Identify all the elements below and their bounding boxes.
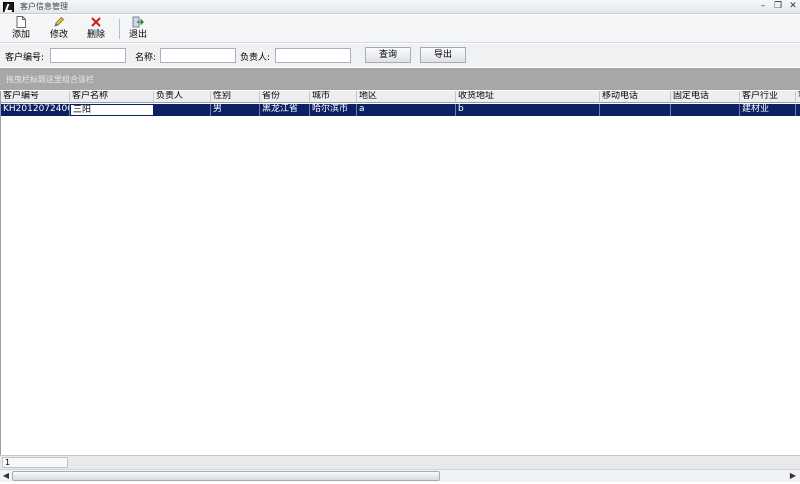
toolbar-separator [119, 19, 120, 39]
toolbar: 添加 修改 删除 退出 [0, 15, 800, 43]
column-header-district[interactable]: 地区 [357, 91, 456, 103]
search-bar: 客户编号: 名称: 负责人: 查询 导出 [0, 44, 800, 67]
column-header-gender[interactable]: 性别 [211, 91, 260, 103]
cell-city[interactable]: 哈尔滨市 [310, 104, 357, 116]
cell-landline-phone[interactable] [671, 104, 740, 116]
export-button[interactable]: 导出 [420, 47, 466, 63]
delete-button[interactable]: 删除 [79, 16, 113, 42]
column-header-industry[interactable]: 客户行业 [740, 91, 796, 103]
delete-label: 删除 [86, 30, 105, 40]
new-document-icon [16, 16, 26, 28]
table-row[interactable]: KH20120724001 三阳 男 黑龙江省 哈尔滨市 a b 建材业 [1, 104, 800, 116]
customer-code-input[interactable] [50, 48, 126, 63]
pencil-icon [54, 16, 65, 27]
customer-name-label: 名称: [135, 53, 157, 63]
add-button[interactable]: 添加 [4, 16, 38, 42]
edit-label: 修改 [49, 30, 68, 40]
query-button[interactable]: 查询 [365, 47, 411, 63]
title-bar: 客户信息管理 – ❐ ✕ [0, 0, 800, 14]
column-header-delivery-address[interactable]: 收货地址 [456, 91, 600, 103]
cell-district[interactable]: a [357, 104, 456, 116]
customer-code-label: 客户编号: [5, 53, 45, 63]
exit-button[interactable]: 退出 [121, 16, 155, 42]
scroll-left-icon[interactable]: ◀ [0, 470, 12, 482]
cell-gender[interactable]: 男 [211, 104, 260, 116]
exit-label: 退出 [128, 30, 147, 40]
cell-delivery-address[interactable]: b [456, 104, 600, 116]
owner-label: 负责人: [240, 53, 271, 63]
exit-icon [132, 16, 144, 28]
column-header-customer-code[interactable]: 客户编号 [1, 91, 70, 103]
cell-province[interactable]: 黑龙江省 [260, 104, 310, 116]
minimize-icon[interactable]: – [757, 0, 769, 12]
cell-industry[interactable]: 建材业 [740, 104, 796, 116]
customer-grid: 客户编号 客户名称 负责人 性别 省份 城市 地区 收货地址 移动电话 固定电话… [0, 91, 800, 455]
owner-input[interactable] [275, 48, 351, 63]
cell-customer-code[interactable]: KH20120724001 [1, 104, 70, 116]
scroll-right-icon[interactable]: ▶ [787, 470, 799, 482]
record-count: 1 [2, 457, 68, 468]
cell-customer-name[interactable]: 三阳 [70, 104, 154, 116]
group-by-panel[interactable]: 拖曳栏标题这里组合该栏 [0, 68, 800, 90]
delete-x-icon [91, 17, 101, 27]
add-label: 添加 [11, 30, 30, 40]
column-header-owner[interactable]: 负责人 [154, 91, 211, 103]
cell-more[interactable] [796, 104, 800, 116]
cell-mobile-phone[interactable] [600, 104, 671, 116]
group-by-hint: 拖曳栏标题这里组合该栏 [6, 75, 94, 84]
close-icon[interactable]: ✕ [787, 0, 799, 12]
restore-icon[interactable]: ❐ [772, 0, 784, 12]
cell-owner[interactable] [154, 104, 211, 116]
column-header-more[interactable]: 客 [796, 91, 800, 103]
horizontal-scrollbar[interactable]: ◀ ▶ [0, 469, 800, 482]
column-header-city[interactable]: 城市 [310, 91, 357, 103]
grid-footer: 1 [0, 455, 800, 469]
window-title: 客户信息管理 [20, 2, 68, 11]
column-header-mobile-phone[interactable]: 移动电话 [600, 91, 671, 103]
customer-name-input[interactable] [160, 48, 236, 63]
column-header-customer-name[interactable]: 客户名称 [70, 91, 154, 103]
column-header-landline-phone[interactable]: 固定电话 [671, 91, 740, 103]
scrollbar-thumb[interactable] [12, 471, 440, 481]
edit-button[interactable]: 修改 [42, 16, 76, 42]
app-icon [3, 2, 14, 12]
column-header-province[interactable]: 省份 [260, 91, 310, 103]
